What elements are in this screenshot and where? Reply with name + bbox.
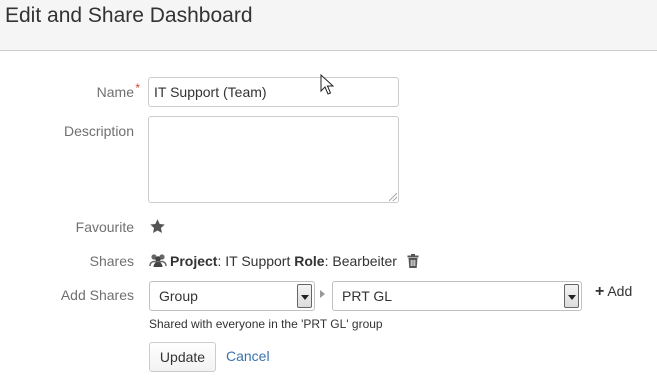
add-shares-label: Add Shares bbox=[60, 287, 134, 303]
resize-grip-icon[interactable] bbox=[389, 193, 397, 201]
shares-label: Shares bbox=[89, 253, 134, 269]
add-share-button[interactable]: + Add bbox=[595, 283, 632, 301]
page-header: Edit and Share Dashboard bbox=[0, 0, 657, 51]
group-icon bbox=[149, 254, 167, 267]
name-input[interactable] bbox=[148, 77, 399, 107]
share-type-select[interactable]: Group bbox=[149, 281, 315, 311]
name-label: Name * bbox=[0, 81, 140, 100]
favourite-label: Favourite bbox=[75, 219, 134, 235]
project-label: Project bbox=[170, 253, 218, 269]
name-label-text: Name bbox=[96, 84, 134, 100]
chevron-right-icon bbox=[320, 290, 325, 298]
chevron-down-icon[interactable] bbox=[564, 284, 579, 308]
star-icon[interactable] bbox=[149, 218, 166, 235]
share-type-value: Group bbox=[159, 288, 198, 304]
mouse-cursor-icon bbox=[320, 74, 334, 95]
project-value: : IT Support bbox=[217, 253, 295, 269]
page-title: Edit and Share Dashboard bbox=[5, 4, 253, 27]
required-marker: * bbox=[135, 81, 140, 95]
description-label: Description bbox=[63, 123, 134, 139]
description-field-wrap bbox=[148, 116, 399, 203]
add-label: Add bbox=[607, 283, 633, 299]
group-select[interactable]: PRT GL bbox=[332, 281, 582, 311]
share-hint: Shared with everyone in the 'PRT GL' gro… bbox=[149, 317, 383, 331]
role-value: : Bearbeiter bbox=[324, 253, 397, 269]
trash-icon[interactable] bbox=[407, 254, 419, 268]
plus-icon: + bbox=[595, 283, 605, 300]
update-button[interactable]: Update bbox=[149, 342, 216, 372]
description-textarea[interactable] bbox=[148, 116, 399, 203]
cancel-link[interactable]: Cancel bbox=[226, 348, 270, 364]
chevron-down-icon[interactable] bbox=[297, 284, 312, 308]
group-value: PRT GL bbox=[342, 288, 393, 304]
share-entry: Project: IT Support Role: Bearbeiter bbox=[149, 252, 419, 272]
role-label: Role bbox=[294, 253, 325, 269]
